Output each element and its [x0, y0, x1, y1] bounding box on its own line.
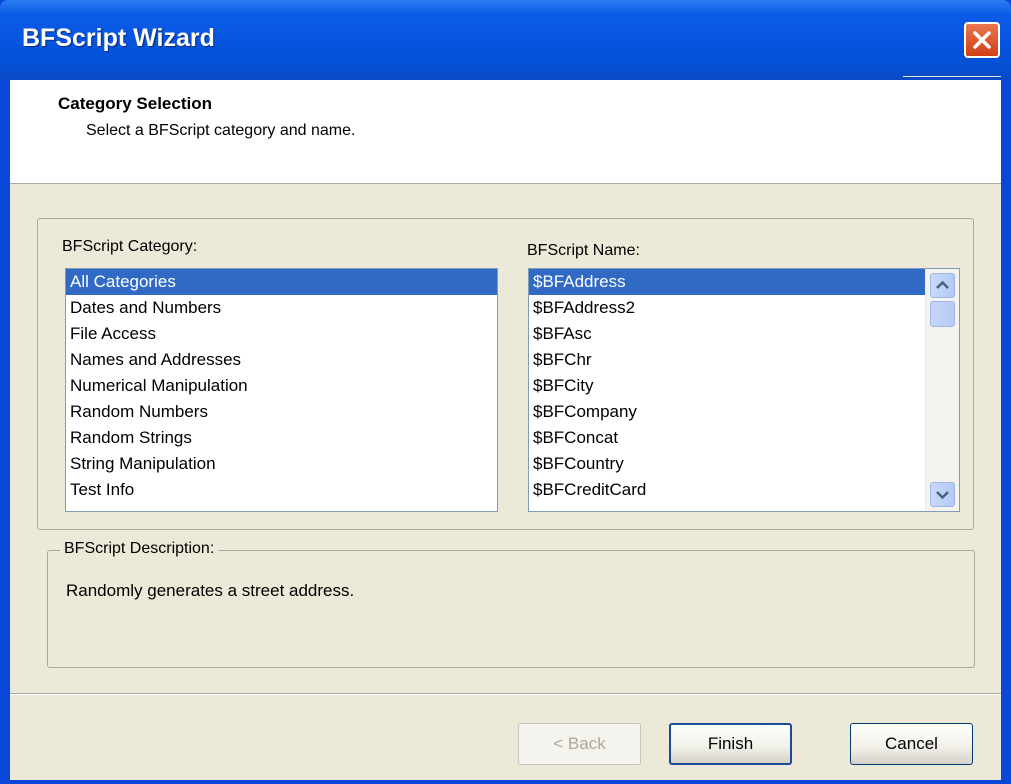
- name-list-item[interactable]: $BFCompany: [529, 399, 927, 425]
- name-list-item[interactable]: $BFAddress2: [529, 295, 927, 321]
- close-icon: [973, 31, 991, 49]
- name-list-item[interactable]: $BFChr: [529, 347, 927, 373]
- scroll-thumb[interactable]: [930, 301, 955, 327]
- name-label: BFScript Name:: [527, 242, 640, 259]
- category-list-item[interactable]: Random Numbers: [66, 399, 497, 425]
- description-text: Randomly generates a street address.: [66, 581, 355, 600]
- page-title: Category Selection: [58, 94, 212, 113]
- category-list-item[interactable]: Dates and Numbers: [66, 295, 497, 321]
- name-list-item[interactable]: $BFConcat: [529, 425, 927, 451]
- category-list-item[interactable]: Test Info: [66, 477, 497, 503]
- description-group: BFScript Description: Randomly generates…: [47, 540, 975, 668]
- name-scrollbar[interactable]: [925, 269, 959, 511]
- cancel-button[interactable]: Cancel: [850, 723, 973, 765]
- category-list-item[interactable]: All Categories: [66, 269, 497, 295]
- name-list-items: $BFAddress $BFAddress2 $BFAsc $BFChr $BFCity…: [529, 269, 927, 503]
- category-listbox[interactable]: All Categories Dates and Numbers File Acce…: [65, 268, 498, 512]
- back-button[interactable]: < Back: [518, 723, 641, 765]
- description-label: BFScript Description:: [60, 540, 219, 558]
- chevron-down-icon: [936, 491, 949, 500]
- category-list-item[interactable]: File Access: [66, 321, 497, 347]
- chevron-up-icon: [936, 280, 949, 289]
- name-list-item[interactable]: $BFCreditCard: [529, 477, 927, 503]
- name-list-item[interactable]: $BFAsc: [529, 321, 927, 347]
- category-list-item[interactable]: Random Strings: [66, 425, 497, 451]
- category-label: BFScript Category:: [62, 238, 198, 255]
- name-list-item[interactable]: $BFCity: [529, 373, 927, 399]
- page-subtitle: Select a BFScript category and name.: [86, 122, 356, 139]
- window-title: BFScript Wizard: [22, 24, 215, 52]
- finish-button[interactable]: Finish: [669, 723, 792, 765]
- category-list-item[interactable]: Names and Addresses: [66, 347, 497, 373]
- button-separator: [10, 693, 1001, 695]
- title-bar[interactable]: BFScript Wizard: [0, 0, 1011, 80]
- name-list-item[interactable]: $BFCountry: [529, 451, 927, 477]
- category-list-item[interactable]: Numerical Manipulation: [66, 373, 497, 399]
- close-button[interactable]: [964, 22, 1000, 58]
- scroll-up-button[interactable]: [930, 273, 955, 298]
- category-list-item[interactable]: String Manipulation: [66, 451, 497, 477]
- name-list-item[interactable]: $BFAddress: [529, 269, 927, 295]
- wizard-header: Category Selection Select a BFScript cat…: [10, 76, 1001, 184]
- name-listbox[interactable]: $BFAddress $BFAddress2 $BFAsc $BFChr $BFCity…: [528, 268, 960, 512]
- scroll-down-button[interactable]: [930, 482, 955, 507]
- header-divider: [903, 76, 1001, 77]
